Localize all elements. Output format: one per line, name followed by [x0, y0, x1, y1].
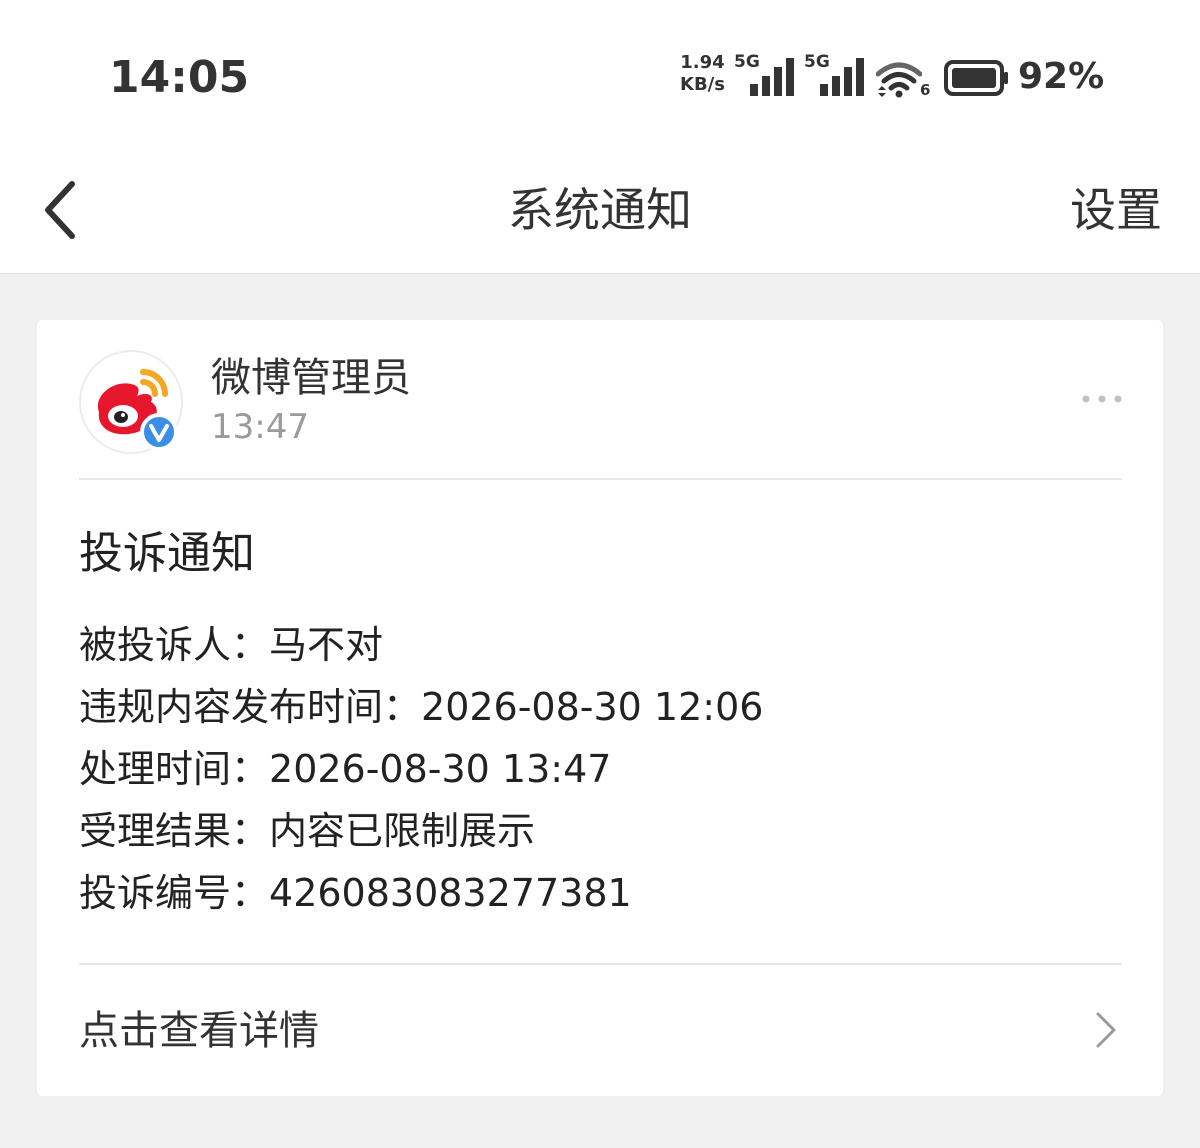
wifi-icon: [876, 62, 922, 98]
detail-value: 2026-08-30 13:47: [269, 747, 612, 791]
network-speed-unit: KB/s: [680, 74, 725, 95]
view-details-label: 点击查看详情: [79, 1008, 319, 1054]
detail-row-publish-time: 违规内容发布时间：2026-08-30 12:06: [79, 676, 763, 738]
network-speed-value: 1.94: [680, 52, 725, 73]
signal-icon-1: [750, 58, 794, 96]
detail-label: 被投诉人：: [79, 623, 270, 667]
view-details-link[interactable]: 点击查看详情: [37, 963, 1163, 1096]
detail-value: 马不对: [269, 623, 384, 667]
header-divider: [79, 478, 1122, 480]
status-icons: 1.94 KB/s 5G 5G 6 92%: [680, 50, 1104, 102]
settings-button[interactable]: 设置: [1070, 180, 1162, 240]
message-time: 13:47: [211, 407, 309, 447]
detail-label: 投诉编号：: [79, 871, 270, 915]
sender-name: 微博管理员: [211, 355, 411, 401]
chevron-right-icon: [1096, 1012, 1116, 1048]
detail-label: 受理结果：: [79, 809, 270, 853]
detail-row-process-time: 处理时间：2026-08-30 13:47: [79, 738, 763, 800]
wifi-badge: 6: [920, 81, 931, 99]
detail-value: 2026-08-30 12:06: [421, 685, 764, 729]
battery-icon: [944, 60, 1008, 96]
more-options-icon[interactable]: [1081, 392, 1123, 406]
weibo-logo-avatar[interactable]: [79, 350, 183, 454]
top-bar: 14:05 1.94 KB/s 5G 5G 6 92% 系统通知 设置: [0, 0, 1200, 274]
notice-details: 被投诉人：马不对 违规内容发布时间：2026-08-30 12:06 处理时间：…: [79, 614, 763, 924]
detail-label: 处理时间：: [79, 747, 270, 791]
detail-row-complainee: 被投诉人：马不对: [79, 614, 763, 676]
page-title: 系统通知: [508, 183, 692, 237]
status-time: 14:05: [109, 52, 250, 103]
battery-percent: 92%: [1018, 56, 1105, 97]
network-speed: 1.94 KB/s: [680, 52, 725, 96]
back-arrow-icon[interactable]: [38, 178, 88, 242]
notice-title: 投诉通知: [79, 528, 255, 579]
detail-row-complaint-id: 投诉编号：426083083277381: [79, 862, 763, 924]
detail-value: 426083083277381: [269, 871, 632, 915]
detail-value: 内容已限制展示: [269, 809, 536, 853]
signal-icon-2: [820, 58, 864, 96]
detail-label: 违规内容发布时间：: [79, 685, 422, 729]
notification-card: 微博管理员 13:47 投诉通知 被投诉人：马不对 违规内容发布时间：2026-…: [37, 320, 1163, 1096]
detail-row-result: 受理结果：内容已限制展示: [79, 800, 763, 862]
